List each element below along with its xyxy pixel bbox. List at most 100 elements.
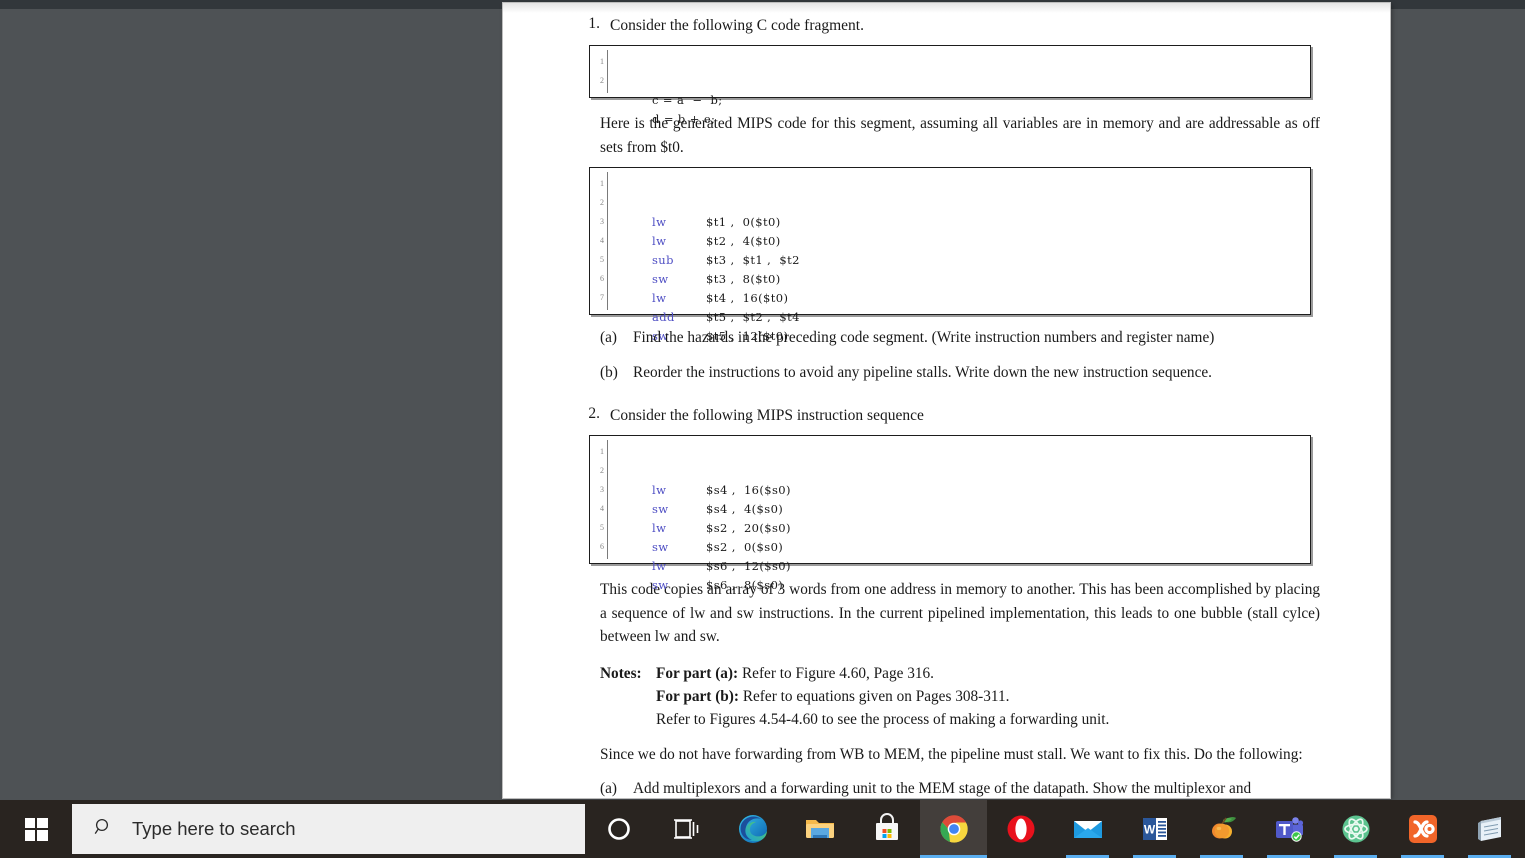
file-explorer-button[interactable] <box>786 800 853 858</box>
mail-icon <box>1070 811 1106 847</box>
code-line: 1 lw $s4 , 16($s0) <box>590 442 1310 497</box>
code-line: 1 lw $t1 , 0($t0) <box>590 174 1310 229</box>
line-number: 6 <box>600 542 604 552</box>
question-2-heading: Consider the following MIPS instruction … <box>610 406 924 424</box>
mobaxterm-button[interactable] <box>1188 800 1255 858</box>
operands: $s6 , 8($s0) <box>706 578 784 593</box>
code-line: 5 lw $t4 , 16($t0) <box>590 250 1310 305</box>
line-number: 2 <box>600 466 604 476</box>
notes-key-b: For part (b): <box>656 688 739 705</box>
opera-button[interactable] <box>987 800 1054 858</box>
atom-button[interactable] <box>1322 800 1389 858</box>
windows-logo-icon <box>24 817 48 841</box>
subitem-label: (a) <box>600 780 617 798</box>
subitem-label: (b) <box>600 363 618 381</box>
notepad-button[interactable] <box>1456 800 1523 858</box>
subitem-text: Add multiplexors and a forwarding unit t… <box>633 780 1252 798</box>
question-2-subitem-a: (a) Add multiplexors and a forwarding un… <box>600 778 1320 798</box>
notes-text-a: Refer to Figure 4.60, Page 316. <box>741 665 934 683</box>
xampp-button[interactable] <box>1389 800 1456 858</box>
notes-row-a: Notes: For part (a): Refer to Figure 4.6… <box>600 663 1320 686</box>
question-1-subitem-b: (b) Reorder the instructions to avoid an… <box>600 362 1320 385</box>
code-line: 2 d = b + e; <box>590 71 1310 126</box>
line-number: 4 <box>600 504 604 514</box>
task-view-button[interactable] <box>652 800 719 858</box>
question-1: 1. Consider the following C code fragmen… <box>503 15 1390 37</box>
question-2-number: 2. <box>588 404 600 422</box>
line-number: 3 <box>600 485 604 495</box>
code-line: 4 sw $s2 , 0($s0) <box>590 499 1310 554</box>
microsoft-word-icon: W <box>1137 811 1173 847</box>
question-1-number: 1. <box>588 15 600 32</box>
cortana-button[interactable] <box>585 800 652 858</box>
notes-key-a: For part (a): <box>656 665 739 683</box>
line-number: 2 <box>600 76 604 86</box>
peach-icon <box>1204 811 1240 847</box>
line-number: 5 <box>600 254 604 264</box>
microsoft-edge-icon <box>735 811 771 847</box>
taskbar-apps: W <box>585 800 1525 858</box>
c-code-listing: 1 c = a − b; 2 d = b + e; <box>589 45 1311 126</box>
code-line: 2 lw $t2 , 4($t0) <box>590 193 1310 248</box>
notes-block: Notes: For part (a): Refer to Figure 4.6… <box>600 663 1320 732</box>
notes-text-c: Refer to Figures 4.54-4.60 to see the pr… <box>656 710 1110 728</box>
task-view-icon <box>668 811 704 847</box>
subitem-text: Reorder the instructions to avoid any pi… <box>633 363 1212 381</box>
notes-text-b: Refer to equations given on Pages 308-31… <box>742 688 1010 705</box>
question-1-subitem-a: (a) Find the hazards in the preceding co… <box>600 327 1320 350</box>
operands: $t5 , $t2 , $t4 <box>706 309 800 324</box>
cortana-icon <box>601 811 637 847</box>
code-text: c = a − b; <box>652 93 723 108</box>
mail-button[interactable] <box>1054 800 1121 858</box>
windows-taskbar[interactable]: Type here to search W <box>0 800 1525 858</box>
google-chrome-button[interactable] <box>920 800 987 858</box>
microsoft-teams-button[interactable] <box>1255 800 1322 858</box>
notes-row-b: For part (b): Refer to equations given o… <box>600 686 1320 709</box>
microsoft-store-button[interactable] <box>853 800 920 858</box>
notes-row-c: Refer to Figures 4.54-4.60 to see the pr… <box>600 709 1320 732</box>
mips-code-listing-1: 1 lw $t1 , 0($t0) 2 lw $t2 , 4($t0) 3 sub $… <box>589 166 1311 343</box>
line-number: 5 <box>600 523 604 533</box>
mips-code-listing-2: 1 lw $s4 , 16($s0) 2 sw $s4 , 4($s0) 3 lw $… <box>589 435 1311 592</box>
microsoft-edge-button[interactable] <box>719 800 786 858</box>
subitem-label: (a) <box>600 328 617 346</box>
search-placeholder: Type here to search <box>132 818 296 839</box>
line-number: 2 <box>600 197 604 207</box>
code-line: 6 sw $s6 , 8($s0) <box>590 537 1310 592</box>
line-number: 6 <box>600 273 604 283</box>
question-2: 2. Consider the following MIPS instructi… <box>503 405 1390 427</box>
code-line: 3 lw $s2 , 20($s0) <box>590 480 1310 535</box>
line-number: 1 <box>600 447 604 457</box>
start-button[interactable] <box>0 800 72 858</box>
atom-icon <box>1338 811 1374 847</box>
line-number: 7 <box>600 292 604 302</box>
line-number: 3 <box>600 216 604 226</box>
code-line: 6 add $t5 , $t2 , $t4 <box>590 269 1310 324</box>
subitem-text: Find the hazards in the preceding code s… <box>633 328 1215 346</box>
svg-text:W: W <box>1143 823 1155 837</box>
line-number: 1 <box>600 178 604 188</box>
code-line: 5 lw $s6 , 12($s0) <box>590 518 1310 573</box>
mnemonic: lw <box>652 559 667 574</box>
document-page: 1. Consider the following C code fragmen… <box>503 3 1390 798</box>
document-content: 1. Consider the following C code fragmen… <box>503 3 1390 798</box>
microsoft-word-button[interactable]: W <box>1121 800 1188 858</box>
mnemonic: sw <box>652 578 669 593</box>
microsoft-teams-icon <box>1271 811 1307 847</box>
code-line: 3 sub $t3 , $t1 , $t2 <box>590 212 1310 267</box>
code-line: 7 sw $t5 , 12($t0) <box>590 288 1310 343</box>
microsoft-store-icon <box>869 811 905 847</box>
notes-title: Notes: <box>600 665 642 683</box>
notepad-icon <box>1472 811 1508 847</box>
code-line: 2 sw $s4 , 4($s0) <box>590 461 1310 516</box>
search-icon <box>94 817 114 842</box>
opera-icon <box>1003 811 1039 847</box>
question-1-heading: Consider the following C code fragment. <box>610 17 864 34</box>
search-input[interactable]: Type here to search <box>72 804 585 854</box>
code-line: 1 c = a − b; <box>590 52 1310 107</box>
google-chrome-icon <box>936 811 972 847</box>
code-line: 4 sw $t3 , 8($t0) <box>590 231 1310 286</box>
line-number: 4 <box>600 235 604 245</box>
file-explorer-icon <box>802 811 838 847</box>
pdf-viewer[interactable]: 1. Consider the following C code fragmen… <box>0 0 1525 800</box>
